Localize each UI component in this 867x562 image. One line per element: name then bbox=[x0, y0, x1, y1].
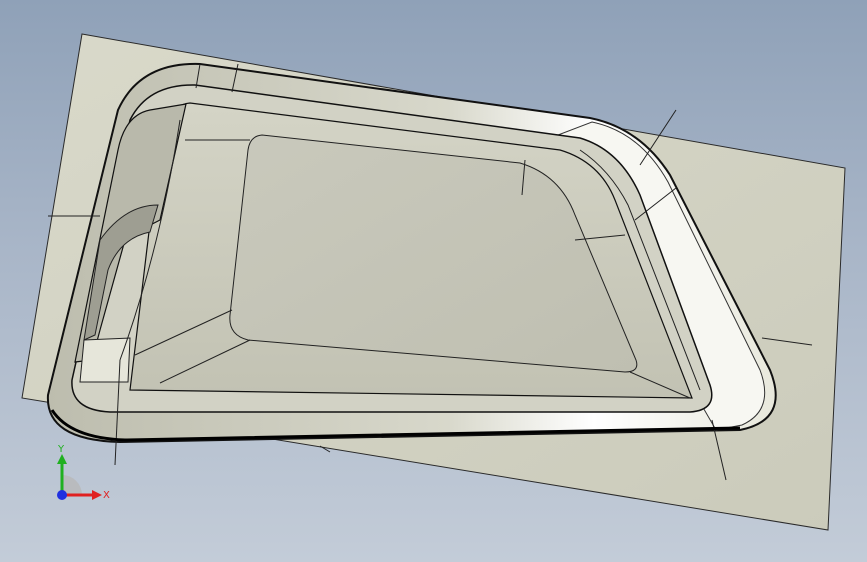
cad-viewport[interactable]: Y X bbox=[0, 0, 867, 562]
y-axis-arrow bbox=[57, 454, 67, 464]
coordinate-triad: Y X bbox=[57, 444, 110, 501]
x-axis-arrow bbox=[92, 490, 102, 500]
z-axis-dot bbox=[57, 490, 67, 500]
pocket-bottom bbox=[79, 337, 131, 383]
x-axis-label: X bbox=[103, 490, 110, 501]
3d-model-view[interactable] bbox=[0, 0, 867, 562]
y-axis-label: Y bbox=[57, 444, 65, 455]
